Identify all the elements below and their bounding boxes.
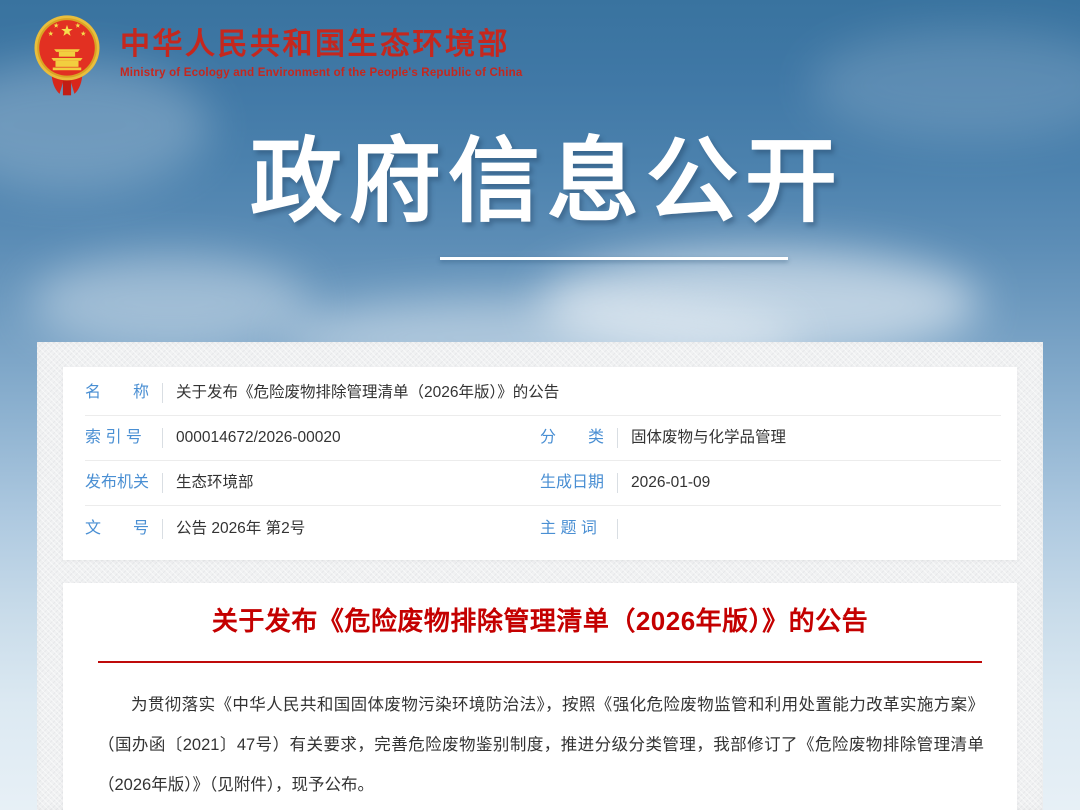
banner-underline: [440, 257, 788, 260]
header-titles: 中华人民共和国生态环境部 Ministry of Ecology and Env…: [120, 14, 522, 79]
meta-value-category: 固体废物与化学品管理: [631, 416, 786, 460]
content-container: 名 称 关于发布《危险废物排除管理清单（2026年版）》的公告 索 引 号 00…: [37, 342, 1043, 810]
label-separator: [617, 428, 618, 448]
meta-row-docno-keywords: 文 号 公告 2026年 第2号 主 题 词: [85, 506, 1001, 551]
meta-label-index-number: 索 引 号: [85, 416, 149, 460]
announcement-title: 关于发布《危险废物排除管理清单（2026年版）》的公告: [63, 607, 1017, 637]
meta-row-index-category: 索 引 号 000014672/2026-00020 分 类 固体废物与化学品管…: [85, 416, 1001, 461]
meta-value-name: 关于发布《危险废物排除管理清单（2026年版）》的公告: [176, 371, 559, 415]
meta-value-index-number: 000014672/2026-00020: [176, 416, 341, 460]
label-separator: [162, 519, 163, 539]
label-separator: [162, 473, 163, 493]
ministry-name-cn[interactable]: 中华人民共和国生态环境部: [120, 28, 522, 61]
meta-cell: 主 题 词: [540, 507, 1001, 551]
document-meta-card: 名 称 关于发布《危险废物排除管理清单（2026年版）》的公告 索 引 号 00…: [63, 367, 1017, 560]
site-header: 中华人民共和国生态环境部 Ministry of Ecology and Env…: [33, 14, 522, 98]
meta-label-generated-date: 生成日期: [540, 461, 604, 505]
cloud-decoration: [30, 255, 310, 350]
page: 中华人民共和国生态环境部 Ministry of Ecology and Env…: [0, 0, 1080, 810]
meta-row-name: 名 称 关于发布《危险废物排除管理清单（2026年版）》的公告: [85, 371, 1001, 416]
meta-label-issuing-agency: 发布机关: [85, 461, 149, 505]
announcement-card: 关于发布《危险废物排除管理清单（2026年版）》的公告 为贯彻落实《中华人民共和…: [63, 583, 1017, 810]
title-divider-line: [98, 661, 982, 663]
meta-label-category: 分 类: [540, 416, 604, 460]
label-separator: [162, 383, 163, 403]
meta-label-document-number: 文 号: [85, 507, 149, 551]
announcement-paragraph: 为贯彻落实《中华人民共和国固体废物污染环境防治法》，按照《强化危险废物监管和利用…: [98, 685, 984, 805]
meta-cell: 生成日期 2026-01-09: [540, 461, 1001, 505]
label-separator: [617, 519, 618, 539]
meta-value-document-number: 公告 2026年 第2号: [176, 507, 305, 551]
meta-cell: 索 引 号 000014672/2026-00020: [85, 416, 540, 460]
label-separator: [162, 428, 163, 448]
meta-cell: 名 称 关于发布《危险废物排除管理清单（2026年版）》的公告: [85, 371, 1001, 415]
china-national-emblem-icon[interactable]: [33, 14, 101, 98]
meta-cell: 文 号 公告 2026年 第2号: [85, 507, 540, 551]
page-banner-title: 政府信息公开: [0, 134, 1080, 231]
meta-value-generated-date: 2026-01-09: [631, 461, 710, 505]
meta-label-keywords: 主 题 词: [540, 507, 604, 551]
meta-row-issuer-date: 发布机关 生态环境部 生成日期 2026-01-09: [85, 461, 1001, 506]
ministry-name-en: Ministry of Ecology and Environment of t…: [120, 67, 522, 79]
cloud-decoration: [810, 30, 1080, 140]
meta-cell: 分 类 固体废物与化学品管理: [540, 416, 1001, 460]
meta-cell: 发布机关 生态环境部: [85, 461, 540, 505]
meta-label-name: 名 称: [85, 371, 149, 415]
label-separator: [617, 473, 618, 493]
meta-value-issuing-agency: 生态环境部: [176, 461, 254, 505]
